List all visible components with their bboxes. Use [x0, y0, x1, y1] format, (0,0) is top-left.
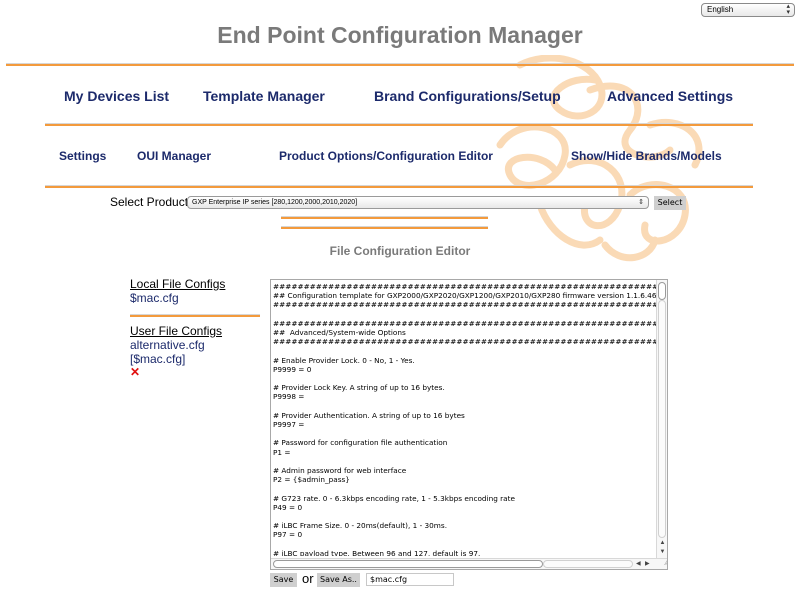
local-file-configs-heading[interactable]: Local File Configs [130, 277, 262, 291]
select-product-label: Select Product [110, 195, 189, 209]
nav-template-manager[interactable]: Template Manager [203, 88, 325, 104]
product-select-value: GXP Enterprise IP series [280,1200,2000,… [192, 199, 358, 206]
vertical-scroll-track[interactable] [658, 300, 666, 538]
nav-show-hide-brands[interactable]: Show/Hide Brands/Models [571, 149, 722, 163]
nav-advanced-settings[interactable]: Advanced Settings [607, 88, 733, 104]
sidebar-divider [130, 314, 260, 317]
local-file-link[interactable]: $mac.cfg [130, 291, 262, 305]
scroll-down-arrow-icon[interactable]: ▼ [657, 548, 667, 557]
save-as-filename-input[interactable] [366, 573, 454, 586]
nav-oui-manager[interactable]: OUI Manager [137, 149, 211, 163]
select-button[interactable]: Select [654, 196, 686, 210]
divider-double-1 [281, 216, 488, 219]
product-select[interactable]: GXP Enterprise IP series [280,1200,2000,… [187, 196, 649, 209]
or-label: or [302, 571, 314, 586]
file-config-sidebar: Local File Configs $mac.cfg User File Co… [130, 277, 262, 378]
user-file-configs-heading[interactable]: User File Configs [130, 324, 262, 338]
section-title: File Configuration Editor [329, 244, 471, 258]
divider-double-2 [281, 226, 488, 229]
vertical-scrollbar[interactable]: ▲ ▼ [656, 280, 667, 559]
user-file-link[interactable]: alternative.cfg [$mac.cfg] [130, 338, 262, 366]
scroll-up-arrow-icon[interactable]: ▲ [657, 539, 667, 548]
config-editor-textarea[interactable]: ########################################… [273, 282, 657, 556]
nav-my-devices-list[interactable]: My Devices List [64, 88, 169, 104]
save-as-button[interactable]: Save As.. [317, 573, 360, 587]
app-title: End Point Configuration Manager [217, 22, 583, 48]
save-button[interactable]: Save [270, 573, 297, 587]
divider-nav [45, 123, 753, 126]
scroll-left-arrow-icon[interactable]: ◀ [636, 559, 641, 569]
language-select-value: English [707, 5, 734, 14]
select-arrows-icon: ⇕ [638, 199, 644, 206]
divider-top [6, 63, 794, 66]
delete-icon[interactable]: ✕ [130, 366, 262, 378]
language-select[interactable]: English ▴ ▾ [701, 3, 795, 17]
nav-product-options[interactable]: Product Options/Configuration Editor [279, 149, 493, 163]
config-editor[interactable]: ########################################… [270, 279, 668, 570]
scroll-right-arrow-icon[interactable]: ▶ [645, 559, 650, 569]
divider-subnav [45, 185, 753, 188]
horizontal-scroll-track[interactable] [543, 560, 633, 568]
vertical-scroll-thumb[interactable] [658, 282, 666, 300]
horizontal-scrollbar[interactable]: ◀ ▶ ⁄⁄ [271, 558, 667, 569]
select-arrows-icon: ▴ ▾ [786, 3, 790, 16]
horizontal-scroll-thumb[interactable] [273, 560, 543, 568]
nav-brand-configurations[interactable]: Brand Configurations/Setup [374, 88, 561, 104]
resize-grip-icon[interactable]: ⁄⁄ [666, 559, 667, 569]
nav-settings[interactable]: Settings [59, 149, 106, 163]
